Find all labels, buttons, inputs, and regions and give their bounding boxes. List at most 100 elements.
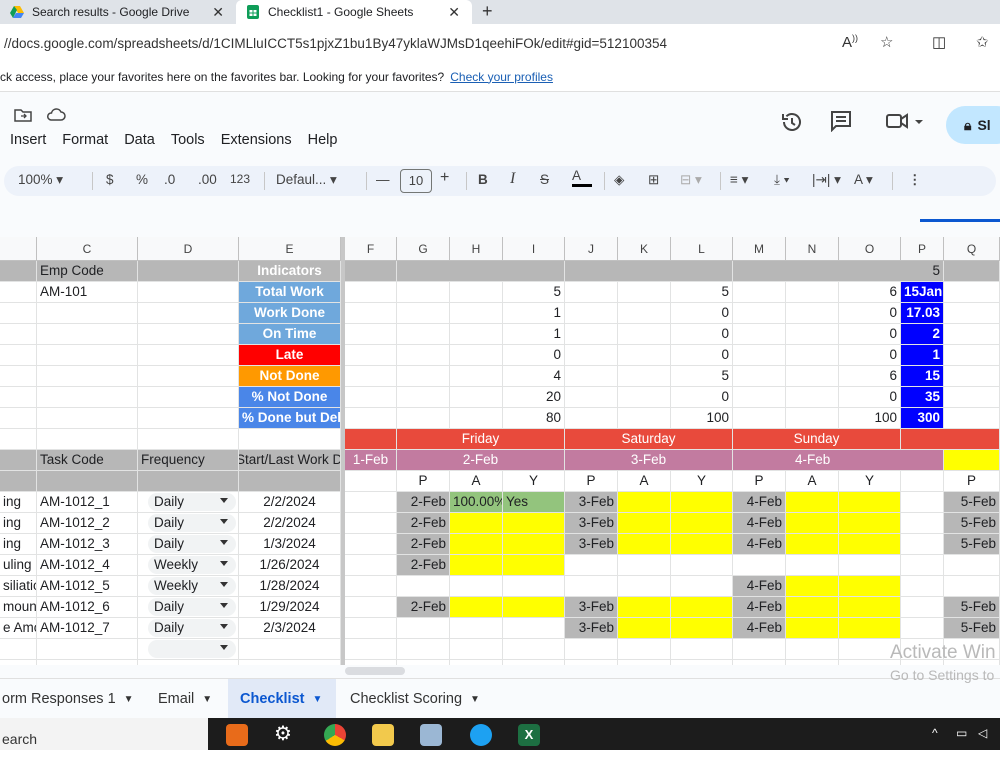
cell-pct-not-done[interactable]: % Not Done [239,387,341,408]
cell-start-date[interactable]: 1/29/2024 [239,597,341,618]
read-aloud-icon[interactable]: A)) [842,33,858,51]
cell[interactable] [671,639,733,660]
cell[interactable] [618,597,671,618]
cell[interactable] [450,408,503,429]
cell[interactable] [565,261,733,282]
frequency-dropdown[interactable]: Daily [148,598,236,616]
cell[interactable] [138,639,239,660]
cell-task-name[interactable]: siliatio [0,576,37,597]
cell[interactable] [944,366,1000,387]
cell-pay-p[interactable]: P [733,471,786,492]
cell[interactable] [397,345,450,366]
cell-day-sunday[interactable]: Sunday [733,429,901,450]
cell-score-l[interactable]: 5 [671,366,733,387]
column-header-p[interactable]: P [901,237,944,261]
split-screen-icon[interactable]: ◫ [932,33,946,51]
cell[interactable] [345,303,397,324]
cell-frequency[interactable]: Daily [138,597,239,618]
cell[interactable] [565,660,618,665]
column-header-o[interactable]: O [839,237,901,261]
cell-task-code[interactable]: AM-1012_3 [37,534,138,555]
cell[interactable] [839,555,901,576]
cell-day-saturday[interactable]: Saturday [565,429,733,450]
cell-pay-p[interactable]: P [397,471,450,492]
vertical-align-icon[interactable]: ⤓ ▾ [774,172,789,188]
cell-start-date[interactable]: 1/28/2024 [239,576,341,597]
cell[interactable] [671,534,733,555]
cell[interactable] [397,261,565,282]
browser-tab-sheets[interactable]: Checklist1 - Google Sheets ✕ [236,0,472,24]
cell-task-code[interactable]: AM-1012_5 [37,576,138,597]
sheet-tab-email[interactable]: Email ▼ [146,679,228,719]
cell[interactable] [671,492,733,513]
cell-frequency[interactable]: Daily [138,618,239,639]
cell-score-i[interactable]: 20 [503,387,565,408]
cell[interactable] [786,534,839,555]
cell-task-code[interactable]: AM-1012_6 [37,597,138,618]
cell-plan-date[interactable]: 4-Feb [733,513,786,534]
paint-icon[interactable] [420,724,442,746]
frequency-dropdown[interactable]: Daily [148,619,236,637]
cell-start-date[interactable]: 2/2/2024 [239,492,341,513]
bold-button[interactable]: B [478,172,488,187]
cell-emp-code[interactable]: AM-101 [37,282,138,303]
cell[interactable] [618,303,671,324]
file-explorer-icon[interactable] [372,724,394,746]
cell[interactable] [397,618,450,639]
cell[interactable] [345,576,397,597]
favorites-icon[interactable]: ✩ [976,33,989,51]
cell[interactable] [345,366,397,387]
cell[interactable] [786,492,839,513]
cell[interactable] [450,366,503,387]
edge-icon[interactable] [470,724,492,746]
cell[interactable] [944,555,1000,576]
dropdown-arrow-icon[interactable] [220,582,228,587]
increase-font-icon[interactable]: + [440,169,449,187]
cell-pct-done-delay[interactable]: % Done but Delay [239,408,341,429]
cell-plan-date[interactable]: 5-Feb [944,492,1000,513]
cell[interactable] [450,513,503,534]
cell[interactable] [138,408,239,429]
cell[interactable] [0,324,37,345]
cell[interactable] [397,303,450,324]
cell[interactable] [786,513,839,534]
cell[interactable] [397,282,450,303]
cell-score-p[interactable]: 17.03 [901,303,944,324]
cell-pay-a[interactable]: A [786,471,839,492]
cell-score-l[interactable]: 5 [671,282,733,303]
decrease-font-icon[interactable]: — [376,172,390,187]
column-header-h[interactable]: H [450,237,503,261]
decrease-decimal-button[interactable]: .0 [164,172,175,187]
cell-task-code[interactable]: AM-1012_1 [37,492,138,513]
cell[interactable] [944,387,1000,408]
cell-plan-date[interactable]: 4-Feb [733,576,786,597]
column-header-i[interactable]: I [503,237,565,261]
cell-score-o[interactable]: 0 [839,324,901,345]
spreadsheet-grid[interactable]: C D E F G H I J K L M N O P Q Emp Code I… [0,237,1000,665]
cell[interactable] [733,555,786,576]
cell[interactable] [786,597,839,618]
cell[interactable] [786,303,839,324]
cell[interactable] [0,471,37,492]
cell-score-p[interactable]: 15 [901,366,944,387]
cell[interactable] [733,345,786,366]
cell-date-1feb[interactable]: 1-Feb [345,450,397,471]
cell-task-name[interactable]: e Amo [0,618,37,639]
menu-insert[interactable]: Insert [10,132,46,148]
cell-actual[interactable]: 100.00% [450,492,503,513]
cell-score-i[interactable]: 1 [503,303,565,324]
cell[interactable] [345,660,397,665]
cell[interactable] [0,387,37,408]
cell[interactable] [138,303,239,324]
percent-format-button[interactable]: % [136,172,148,187]
cell-score-l[interactable]: 100 [671,408,733,429]
horizontal-align-icon[interactable]: ≡ ▾ [730,172,748,188]
cell-emp-code-label[interactable]: Emp Code [37,261,138,282]
cell-pay-y[interactable]: Y [839,471,901,492]
menu-tools[interactable]: Tools [171,132,205,148]
fill-color-icon[interactable]: ◈ [614,172,624,188]
cell[interactable] [901,576,944,597]
share-button[interactable]: 🔒︎ Sl [946,106,1000,144]
favorite-star-icon[interactable]: ☆ [880,33,893,51]
cell[interactable] [397,324,450,345]
